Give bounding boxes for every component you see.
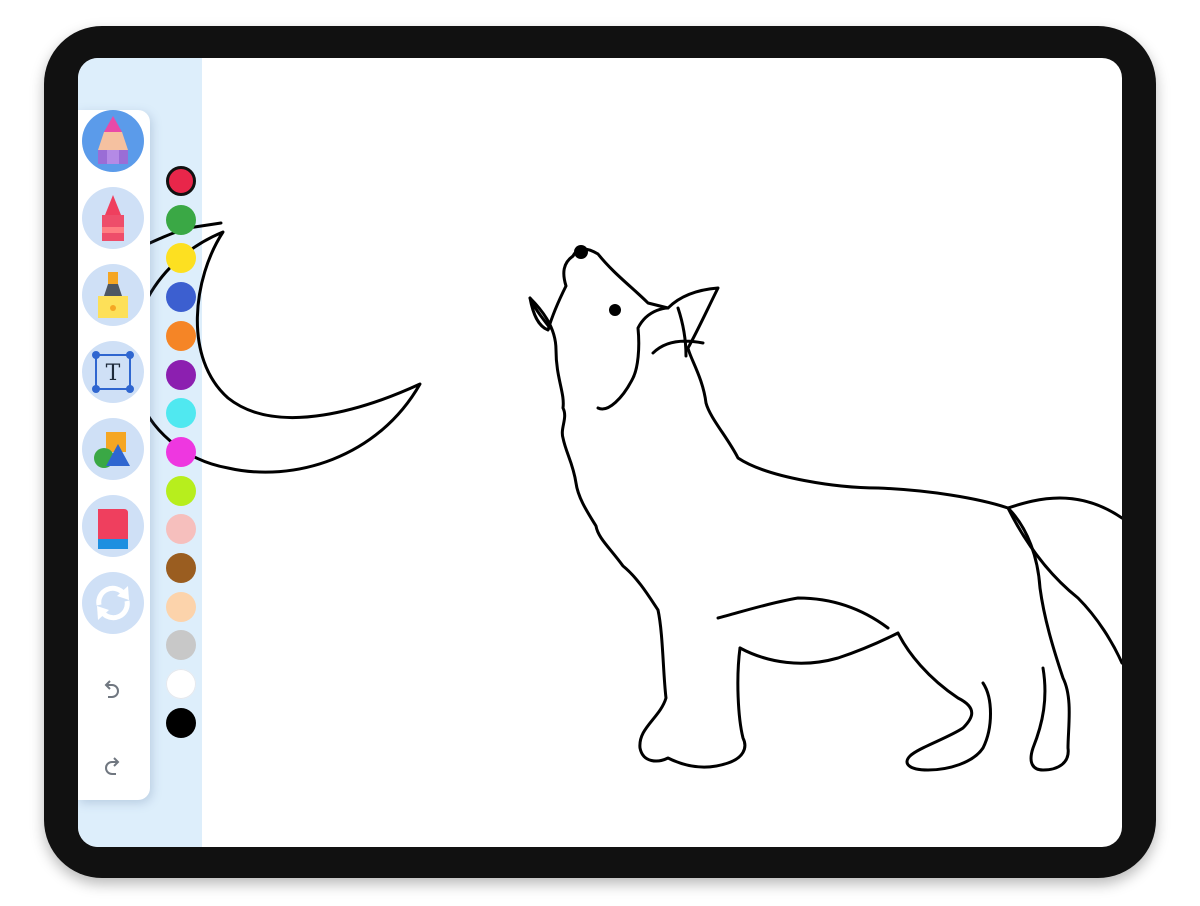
color-swatch[interactable]	[166, 591, 196, 622]
color-swatch[interactable]	[166, 204, 196, 235]
shapes-tool-button[interactable]	[82, 418, 144, 480]
text-tool-glyph: T	[106, 361, 121, 386]
undo-icon	[104, 680, 119, 698]
text-icon: T	[92, 351, 134, 393]
pencil-icon	[98, 116, 128, 164]
eraser-tool-button[interactable]	[82, 495, 144, 557]
shapes-icon	[94, 432, 130, 468]
color-swatch[interactable]	[166, 320, 196, 351]
marker-icon	[98, 272, 128, 318]
eraser-icon	[98, 509, 128, 549]
crayon-icon	[102, 195, 124, 241]
color-swatch[interactable]	[166, 669, 196, 700]
color-swatch[interactable]	[166, 282, 196, 313]
drawing-screen: T	[78, 58, 1122, 847]
tool-panel: T	[78, 110, 150, 800]
undo-button[interactable]	[98, 675, 126, 703]
color-swatch[interactable]	[166, 707, 196, 738]
color-swatch[interactable]	[166, 166, 196, 196]
color-swatch[interactable]	[166, 475, 196, 506]
color-swatch[interactable]	[166, 436, 196, 467]
drawing-canvas[interactable]	[78, 58, 1122, 847]
marker-tool-button[interactable]	[82, 264, 144, 326]
howling-wolf	[528, 247, 1122, 772]
redo-icon	[105, 757, 120, 775]
pencil-tool-button[interactable]	[82, 110, 144, 172]
reset-tool-button[interactable]	[82, 572, 144, 634]
color-swatch[interactable]	[166, 359, 196, 390]
color-swatch[interactable]	[166, 398, 196, 429]
color-swatch[interactable]	[166, 553, 196, 583]
text-tool-button[interactable]: T	[82, 341, 144, 403]
refresh-icon	[96, 585, 130, 621]
crayon-tool-button[interactable]	[82, 187, 144, 249]
redo-button[interactable]	[98, 752, 126, 780]
